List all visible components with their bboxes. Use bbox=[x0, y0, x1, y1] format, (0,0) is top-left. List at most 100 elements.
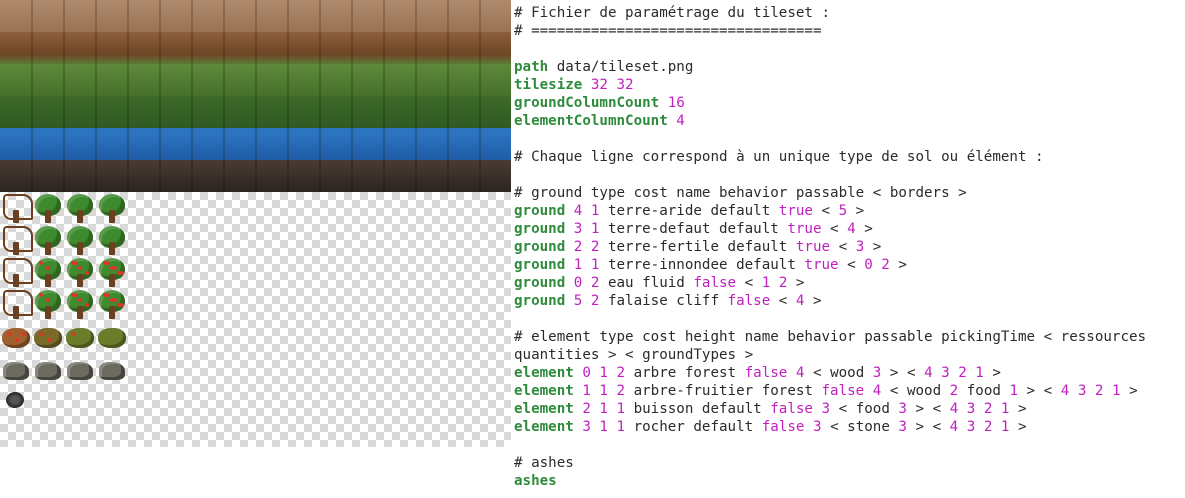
code-value: 2 bbox=[949, 383, 959, 399]
code-value: 1 bbox=[1009, 383, 1019, 399]
code-text: arbre forest bbox=[625, 365, 745, 381]
tile-seam bbox=[31, 64, 33, 96]
code-text: terre-defaut default bbox=[599, 221, 788, 237]
fruit-tree-icon bbox=[64, 256, 96, 288]
tile-seam bbox=[191, 64, 193, 96]
code-value: 1 1 bbox=[565, 257, 600, 273]
code-keyword: element bbox=[514, 401, 574, 417]
tile-seam bbox=[319, 0, 321, 32]
code-keyword: ground bbox=[514, 221, 566, 237]
code-text: > bbox=[983, 365, 1001, 381]
code-line: element 2 1 1 buisson default false 3 < … bbox=[514, 400, 1182, 418]
tile-seam bbox=[319, 128, 321, 160]
code-keyword: element bbox=[514, 365, 574, 381]
tile-seam bbox=[255, 96, 257, 128]
code-text: # Fichier de paramétrage du tileset : bbox=[514, 5, 831, 21]
code-value: false bbox=[761, 419, 805, 435]
code-text: > bbox=[1120, 383, 1138, 399]
rock-icon bbox=[96, 352, 128, 384]
code-value: 4 1 bbox=[565, 203, 600, 219]
code-text: quantities > < groundTypes > bbox=[514, 347, 754, 363]
tile-seam bbox=[383, 128, 385, 160]
tile-seam bbox=[383, 96, 385, 128]
bush-icon bbox=[0, 320, 32, 352]
code-text: arbre-fruitier forest bbox=[625, 383, 822, 399]
code-text: falaise cliff bbox=[599, 293, 728, 309]
code-text: < bbox=[830, 239, 856, 255]
tile-seam bbox=[255, 32, 257, 64]
code-text: > bbox=[847, 203, 865, 219]
tile-seam bbox=[127, 96, 129, 128]
tile-seam bbox=[447, 0, 449, 32]
code-text: > < bbox=[1018, 383, 1061, 399]
code-line: # ================================== bbox=[514, 22, 1182, 40]
tile-seam bbox=[447, 32, 449, 64]
code-text: < wood bbox=[804, 365, 873, 381]
rock-icon bbox=[32, 352, 64, 384]
code-text: > < bbox=[881, 365, 925, 381]
bush-icon bbox=[32, 320, 64, 352]
code-text: > bbox=[855, 221, 873, 237]
code-text: < bbox=[736, 275, 762, 291]
code-text: > bbox=[889, 257, 907, 273]
tile-seam bbox=[127, 64, 129, 96]
tile-seam bbox=[351, 96, 353, 128]
fruit-tree-icon bbox=[96, 288, 128, 320]
tile-seam bbox=[159, 96, 161, 128]
code-value: 3 1 1 bbox=[573, 419, 626, 435]
code-text: < wood bbox=[881, 383, 950, 399]
code-text: # ground type cost name behavior passabl… bbox=[514, 185, 967, 201]
code-keyword: element bbox=[514, 383, 574, 399]
code-text: eau fluid bbox=[599, 275, 694, 291]
code-value: 2 1 1 bbox=[573, 401, 626, 417]
code-text: < bbox=[821, 221, 848, 237]
code-line: tilesize 32 32 bbox=[514, 76, 1182, 94]
code-value: 4 3 2 1 bbox=[949, 419, 1010, 435]
code-line: ground 3 1 terre-defaut default true < 4… bbox=[514, 220, 1182, 238]
tile-seam bbox=[159, 128, 161, 160]
ground-row-eau bbox=[0, 128, 511, 160]
tileset-config-editor[interactable]: # Fichier de paramétrage du tileset : # =… bbox=[514, 4, 1182, 490]
fruit-tree-icon bbox=[32, 288, 64, 320]
tile-seam bbox=[479, 96, 481, 128]
code-keyword: element bbox=[514, 419, 574, 435]
tile-seam bbox=[31, 96, 33, 128]
tile-seam bbox=[63, 96, 65, 128]
tile-seam bbox=[383, 160, 385, 192]
tile-seam bbox=[415, 96, 417, 128]
tile-seam bbox=[447, 96, 449, 128]
code-text: > < bbox=[906, 419, 950, 435]
tile-seam bbox=[223, 0, 225, 32]
tile-seam bbox=[479, 32, 481, 64]
code-line: # Fichier de paramétrage du tileset : bbox=[514, 4, 1182, 22]
tile-seam bbox=[479, 0, 481, 32]
tile-seam bbox=[287, 64, 289, 96]
code-value: 4 bbox=[847, 221, 856, 237]
code-keyword: groundColumnCount bbox=[514, 95, 660, 111]
tile-seam bbox=[127, 128, 129, 160]
code-line: groundColumnCount 16 bbox=[514, 94, 1182, 112]
code-text: buisson default bbox=[625, 401, 771, 417]
tile-seam bbox=[63, 0, 65, 32]
tile-seam bbox=[383, 0, 385, 32]
code-line: element 0 1 2 arbre forest false 4 < woo… bbox=[514, 364, 1182, 382]
tile-seam bbox=[351, 128, 353, 160]
tile-seam bbox=[447, 160, 449, 192]
code-value: false bbox=[770, 401, 813, 417]
tile-seam bbox=[191, 128, 193, 160]
tile-seam bbox=[287, 96, 289, 128]
ground-row-falaise bbox=[0, 160, 511, 192]
code-text: data/tileset.png bbox=[548, 59, 694, 75]
tile-seam bbox=[287, 160, 289, 192]
code-line: element 3 1 1 rocher default false 3 < s… bbox=[514, 418, 1182, 436]
code-line: element 1 1 2 arbre-fruitier forest fals… bbox=[514, 382, 1182, 400]
tile-seam bbox=[191, 160, 193, 192]
fruit-tree-icon bbox=[96, 256, 128, 288]
tile-seam bbox=[479, 160, 481, 192]
code-keyword: ground bbox=[514, 203, 566, 219]
tile-seam bbox=[415, 160, 417, 192]
tile-seam bbox=[223, 32, 225, 64]
tree-icon bbox=[32, 192, 64, 224]
